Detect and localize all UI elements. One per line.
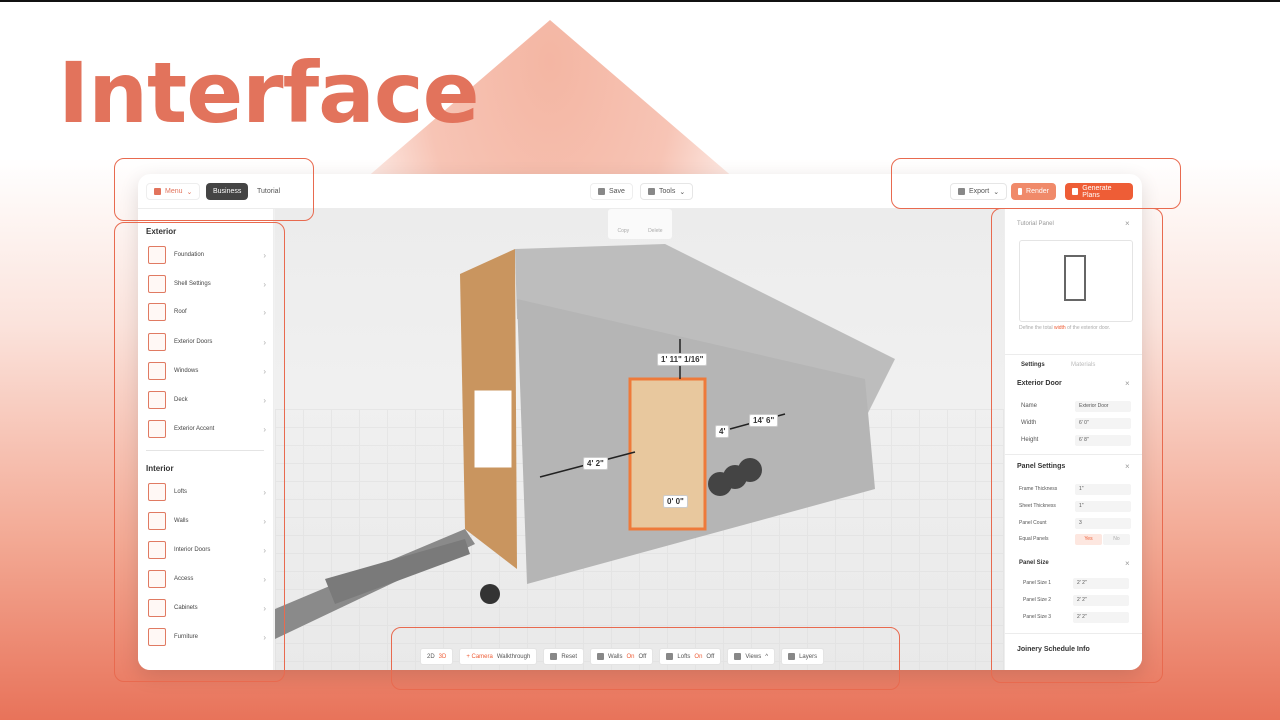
- dimension-label[interactable]: 14' 6": [749, 414, 779, 427]
- highlight-box: [114, 158, 314, 221]
- highlight-box: [991, 208, 1163, 683]
- delete-button[interactable]: Delete: [648, 228, 662, 234]
- copy-button[interactable]: Copy: [617, 228, 629, 234]
- page-title: Interface: [58, 44, 480, 142]
- save-label: Save: [609, 188, 625, 195]
- save-icon: [598, 188, 605, 195]
- dimension-label[interactable]: 0' 0": [663, 495, 688, 508]
- window: [471, 387, 515, 471]
- dimension-label[interactable]: 4' 2": [583, 457, 608, 470]
- toolbox-icon: [648, 188, 655, 195]
- wheel: [738, 458, 762, 482]
- 3d-viewport[interactable]: 1' 11" 1/16" 14' 6" 4' 4' 2" 0' 0" Copy …: [275, 209, 1005, 670]
- highlight-box: [891, 158, 1181, 209]
- trailer-tongue-rail: [325, 539, 470, 604]
- top-border: [0, 0, 1280, 2]
- tools-button[interactable]: Tools ⌄: [640, 183, 694, 200]
- object-toolbar: Copy Delete: [608, 209, 672, 239]
- chevron-down-icon: ⌄: [679, 188, 686, 196]
- jack-wheel: [480, 584, 500, 604]
- highlight-box: [114, 222, 285, 682]
- dimension-label[interactable]: 4': [715, 425, 730, 438]
- save-button[interactable]: Save: [590, 183, 633, 200]
- highlight-box: [391, 627, 900, 690]
- tools-label: Tools: [659, 188, 676, 195]
- dimension-label[interactable]: 1' 11" 1/16": [657, 353, 708, 366]
- tiny-house-model: [275, 244, 895, 639]
